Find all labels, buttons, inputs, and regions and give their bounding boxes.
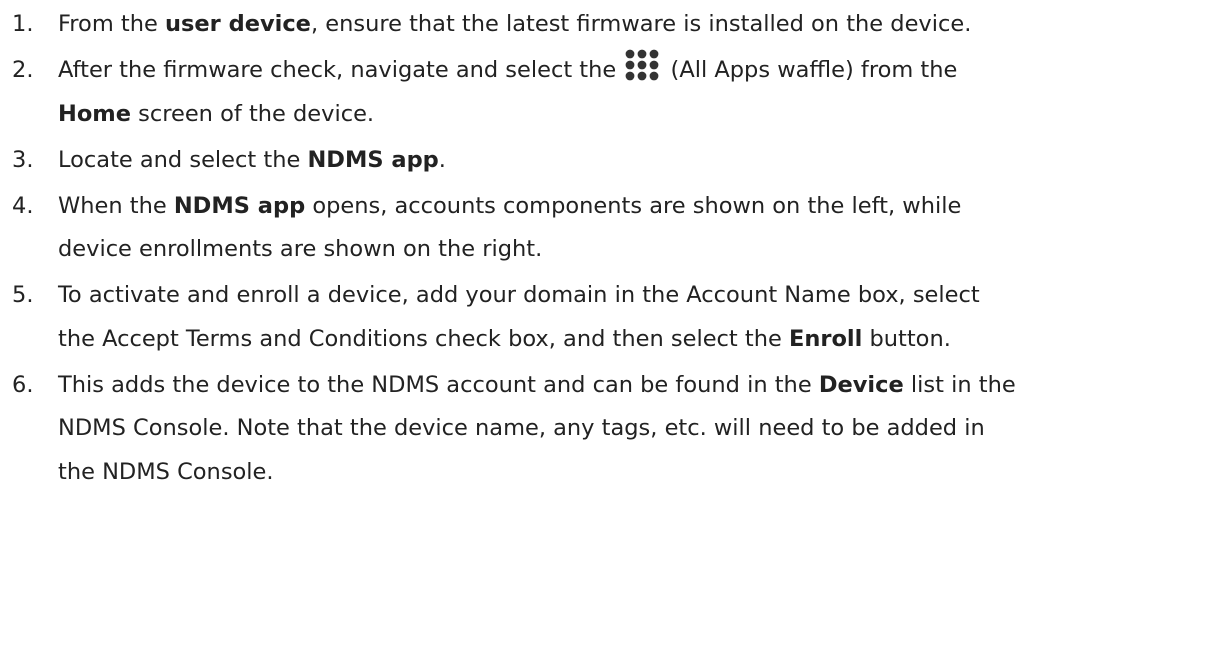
step-number: 3. <box>12 146 34 173</box>
step-text-run: Locate and select the <box>58 146 308 173</box>
step-text-run: After the firmware check, navigate and s… <box>58 57 624 83</box>
emphasized-term: user device <box>164 11 311 37</box>
step-text-run: To activate and enroll a device, add you… <box>58 282 980 308</box>
all-apps-waffle-icon <box>625 49 659 81</box>
step-line: Home screen of the device. <box>58 93 1208 137</box>
step-line: After the firmware check, navigate and s… <box>58 49 1208 93</box>
step-text: When the NDMS app opens, accounts compon… <box>58 185 1208 272</box>
step-line: When the NDMS app opens, accounts compon… <box>58 185 1208 229</box>
step-text-run: (All Apps waffle) from the <box>663 57 958 83</box>
emphasized-term: Home <box>58 100 131 127</box>
step-line: Locate and select the NDMS app. <box>58 139 1208 183</box>
step-text-run: , ensure that the latest firmware is ins… <box>310 11 972 37</box>
step-line: To activate and enroll a device, add you… <box>58 274 1208 318</box>
step-line: This adds the device to the NDMS account… <box>58 364 1208 408</box>
step-number: 2. <box>12 57 34 83</box>
step-number: 6. <box>12 371 34 398</box>
step-number: 5. <box>12 282 34 308</box>
step-text-run: When the <box>58 192 174 219</box>
step-text: To activate and enroll a device, add you… <box>58 274 1208 361</box>
step-number: 4. <box>12 192 34 219</box>
step-text-run: device enrollments are shown on the righ… <box>58 236 543 262</box>
step-text: Locate and select the NDMS app. <box>58 139 1208 183</box>
step-text-run: NDMS Console. Note that the device name,… <box>58 415 985 441</box>
step-text-run: the Accept Terms and Conditions check bo… <box>58 325 789 352</box>
step-text: This adds the device to the NDMS account… <box>58 364 1208 495</box>
step-line: the Accept Terms and Conditions check bo… <box>58 318 1208 362</box>
step-text-run: From the <box>58 11 165 37</box>
step-line: device enrollments are shown on the righ… <box>58 228 1208 272</box>
step-line: NDMS Console. Note that the device name,… <box>58 407 1208 451</box>
step-text-run: button. <box>862 325 951 352</box>
step-text-run: . <box>438 146 446 173</box>
step-number: 1. <box>12 11 34 37</box>
step-text-run: This adds the device to the NDMS account… <box>58 371 819 398</box>
step-text: After the firmware check, navigate and s… <box>58 49 1208 136</box>
step-line: From the user device, ensure that the la… <box>58 3 1208 47</box>
emphasized-term: NDMS app <box>173 192 306 219</box>
step-line: the NDMS Console. <box>58 451 1208 495</box>
emphasized-term: Enroll <box>788 325 863 352</box>
emphasized-term: NDMS app <box>307 146 439 173</box>
step-text: From the user device, ensure that the la… <box>58 3 1208 47</box>
step-text-run: screen of the device. <box>131 100 375 127</box>
step-text-run: opens, accounts components are shown on … <box>305 192 962 219</box>
step-text-run: the NDMS Console. <box>58 458 274 485</box>
step-text-run: list in the <box>903 371 1016 398</box>
emphasized-term: Device <box>818 371 904 398</box>
